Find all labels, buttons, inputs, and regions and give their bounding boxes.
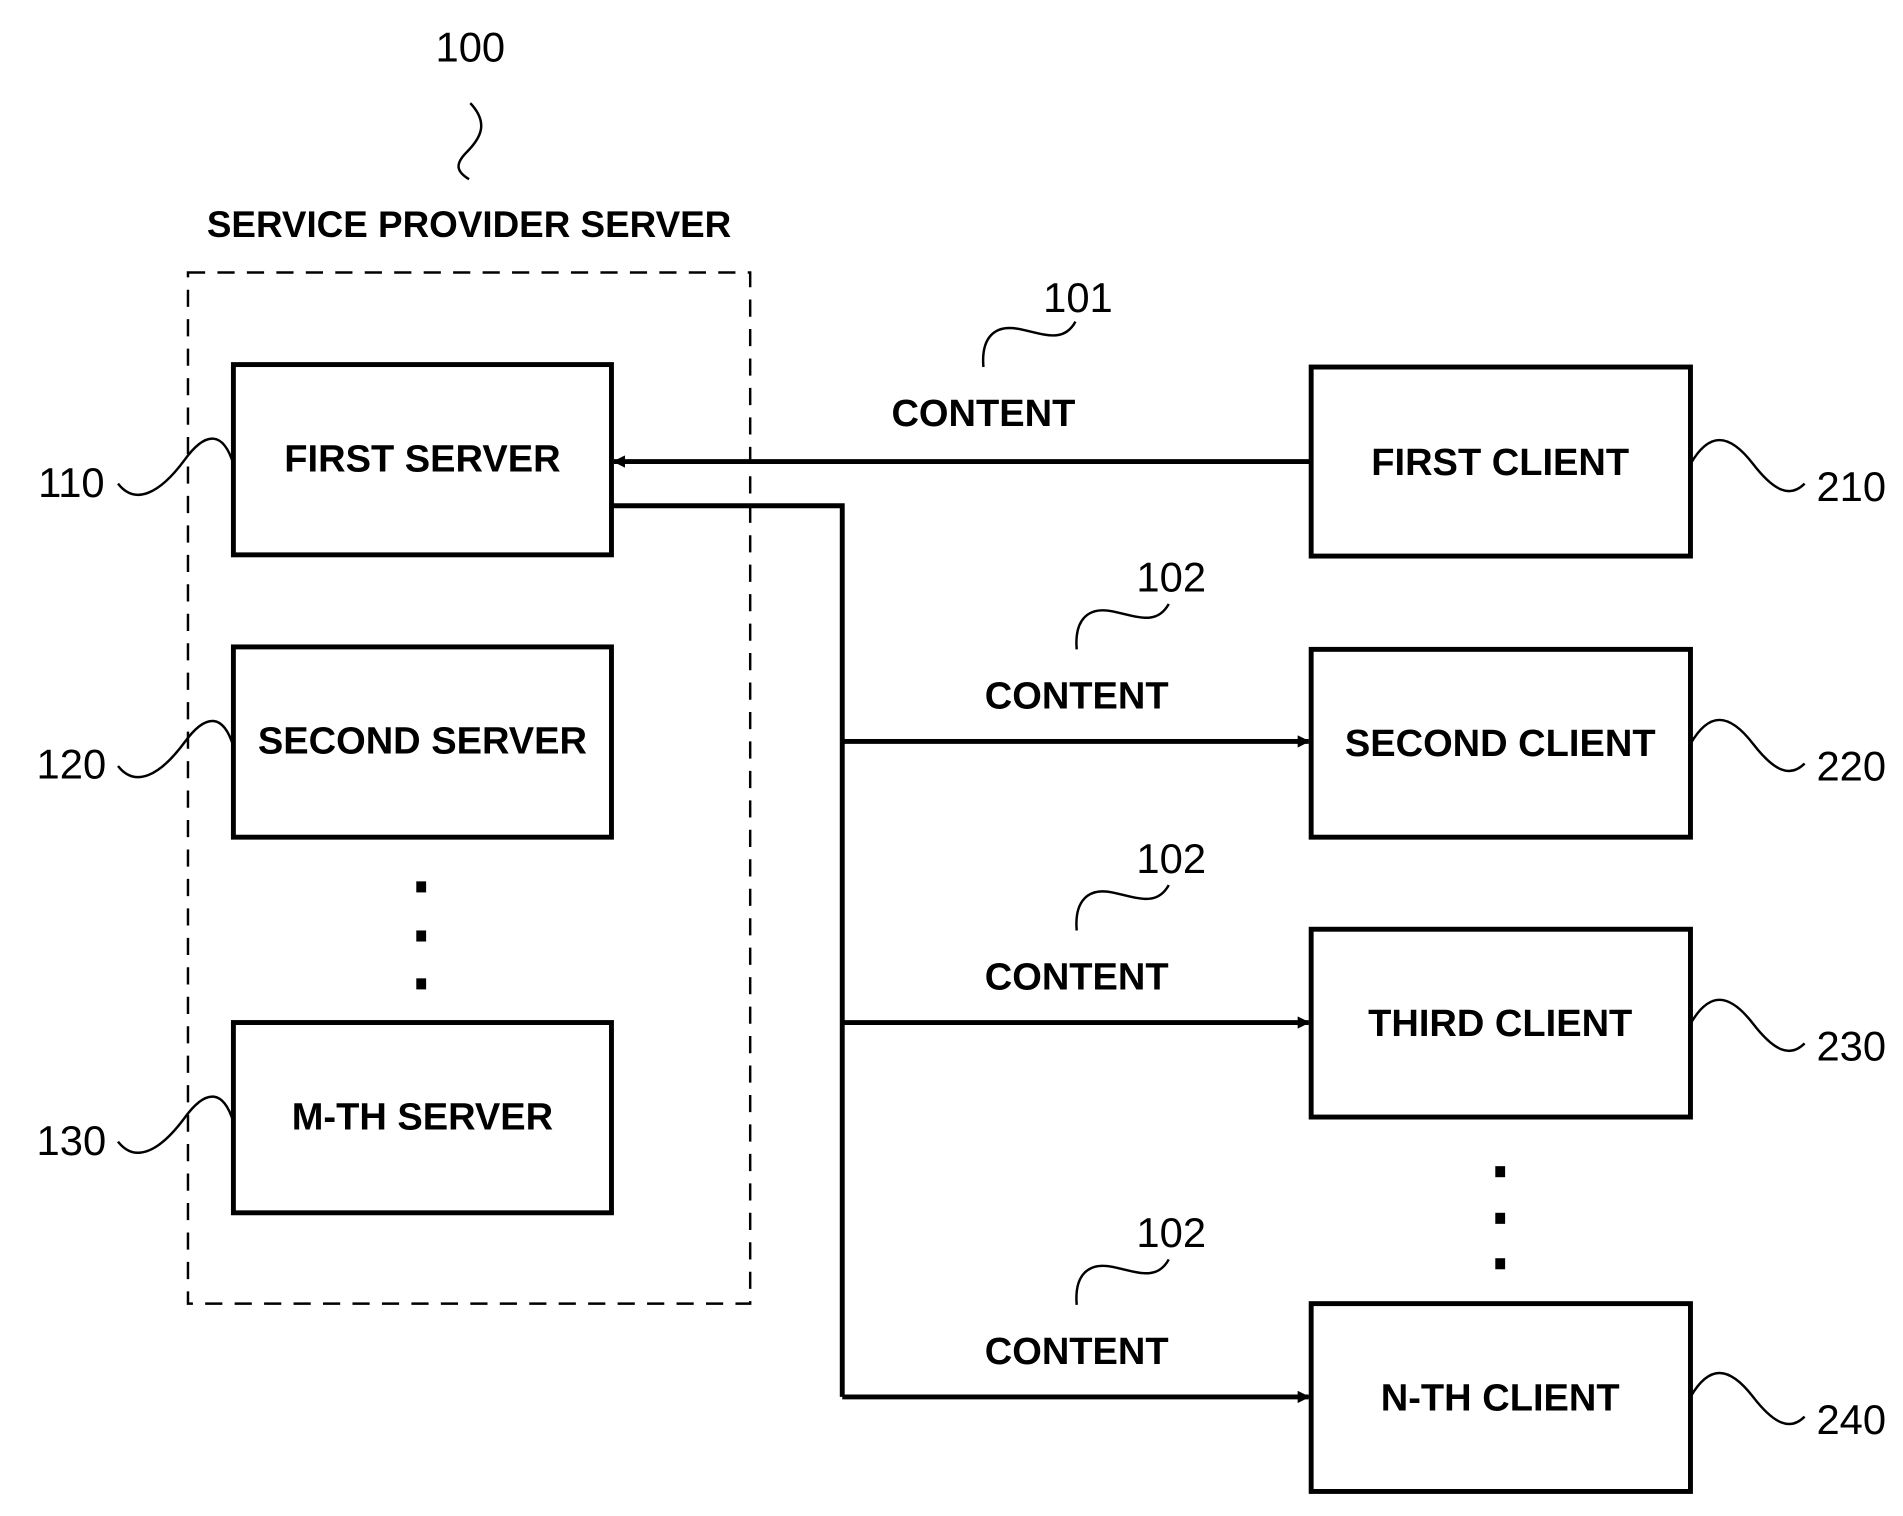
client-label: SECOND CLIENT bbox=[1345, 723, 1656, 765]
client-ref-label: 220 bbox=[1816, 743, 1886, 790]
server-ref-leader bbox=[117, 719, 235, 779]
client-ref-label: 230 bbox=[1816, 1023, 1886, 1070]
client-label: THIRD CLIENT bbox=[1368, 1003, 1632, 1045]
server-ref-label: 120 bbox=[37, 740, 107, 787]
diagram: 100 SERVICE PROVIDER SERVER FIRST SERVER… bbox=[37, 23, 1886, 1494]
flow-ref-leader bbox=[1075, 1258, 1170, 1305]
flow-ref-label: 102 bbox=[1136, 835, 1206, 882]
server-ref-label: 110 bbox=[38, 459, 105, 506]
flow-ref-label: 102 bbox=[1136, 1209, 1206, 1256]
flow-ref-label: 102 bbox=[1136, 554, 1206, 601]
flow-ref-leader bbox=[981, 320, 1077, 368]
client-ref-leader bbox=[1689, 718, 1806, 773]
flow-label: CONTENT bbox=[891, 393, 1075, 435]
server-label: M-TH SERVER bbox=[292, 1096, 553, 1138]
server-mth[interactable]: M-TH SERVER bbox=[230, 1020, 614, 1216]
group-ref-label: 100 bbox=[436, 23, 506, 70]
client-label: N-TH CLIENT bbox=[1381, 1377, 1620, 1419]
client-ellipsis bbox=[1495, 1166, 1506, 1270]
client-third[interactable]: THIRD CLIENT bbox=[1308, 926, 1693, 1120]
client-ref-leader bbox=[1689, 1371, 1806, 1426]
client-ref-leader bbox=[1689, 998, 1806, 1053]
server-ref-leader bbox=[117, 1095, 235, 1154]
distribution-trunk bbox=[611, 503, 845, 1397]
server-label: FIRST SERVER bbox=[284, 438, 560, 480]
server-first[interactable]: FIRST SERVER bbox=[230, 362, 614, 558]
flow-label: CONTENT bbox=[985, 956, 1169, 998]
server-second[interactable]: SECOND SERVER bbox=[230, 644, 614, 840]
client-first[interactable]: FIRST CLIENT bbox=[1308, 364, 1693, 559]
flow-ref-label: 101 bbox=[1043, 274, 1113, 321]
flow-ref-leader bbox=[1075, 603, 1170, 650]
client-ref-label: 240 bbox=[1816, 1396, 1886, 1443]
client-nth[interactable]: N-TH CLIENT bbox=[1308, 1301, 1693, 1494]
server-ref-leader bbox=[117, 437, 235, 496]
server-ref-label: 130 bbox=[37, 1117, 107, 1164]
client-second[interactable]: SECOND CLIENT bbox=[1308, 646, 1693, 840]
flow-label: CONTENT bbox=[985, 675, 1169, 717]
client-ref-leader bbox=[1689, 438, 1806, 493]
client-label: FIRST CLIENT bbox=[1371, 442, 1629, 484]
client-ref-label: 210 bbox=[1816, 463, 1886, 510]
group-ref-leader bbox=[457, 102, 483, 181]
flow-ref-leader bbox=[1075, 884, 1170, 931]
group-title: SERVICE PROVIDER SERVER bbox=[207, 204, 731, 245]
server-label: SECOND SERVER bbox=[258, 721, 587, 763]
server-ellipsis bbox=[416, 881, 427, 990]
flow-label: CONTENT bbox=[985, 1331, 1169, 1373]
